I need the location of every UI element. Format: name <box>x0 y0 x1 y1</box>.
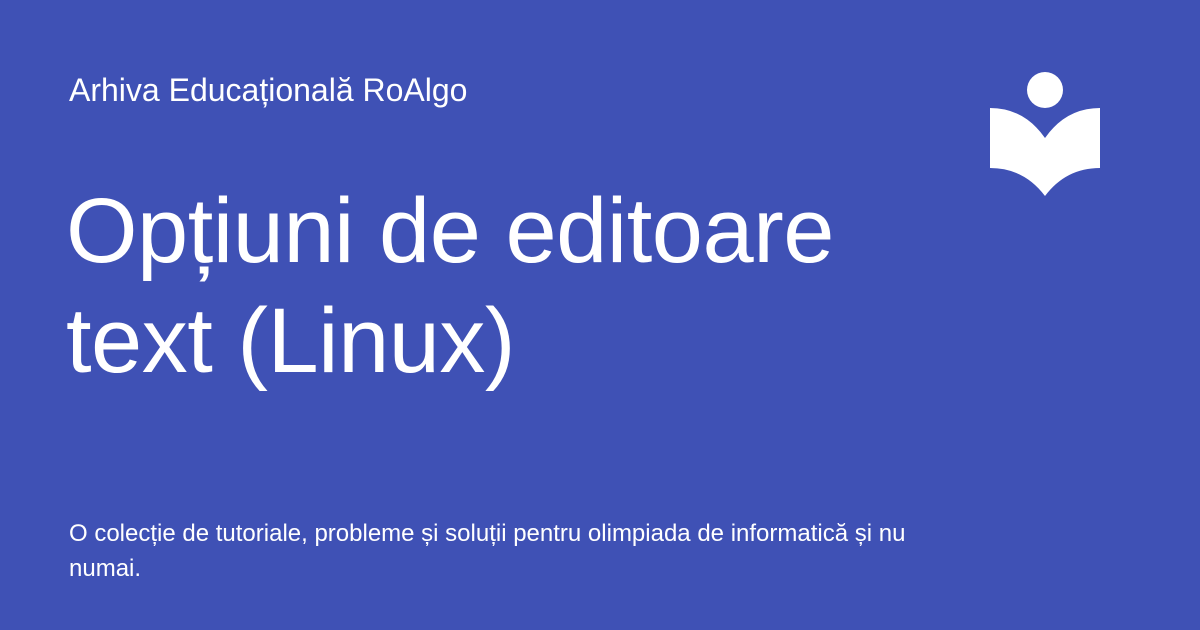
page-title: Opțiuni de editoare text (Linux) <box>66 180 834 392</box>
page-description: O colecție de tutoriale, probleme și sol… <box>69 520 906 582</box>
book-reader-icon <box>990 70 1100 196</box>
site-name: Arhiva Educațională RoAlgo <box>69 72 468 108</box>
